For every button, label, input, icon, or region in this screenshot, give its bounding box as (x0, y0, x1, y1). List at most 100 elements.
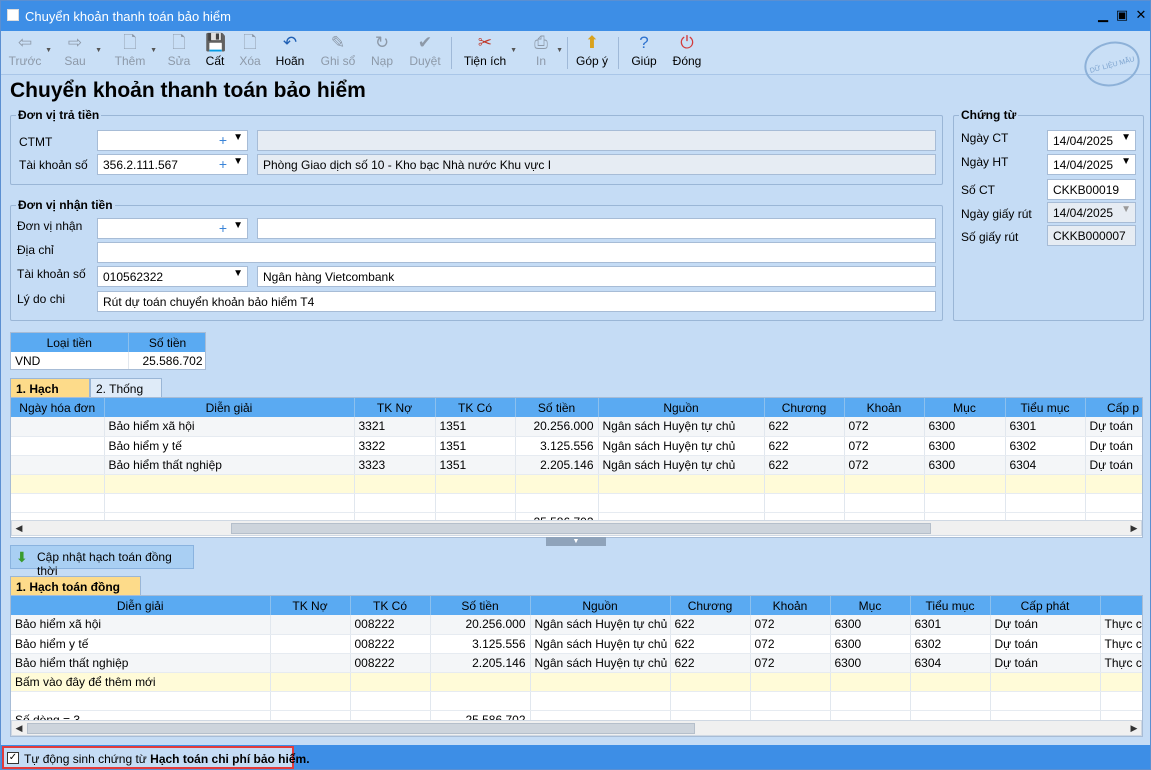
pencil-icon: ✎ (330, 33, 346, 52)
col-allocation[interactable]: Cấp p (1085, 398, 1142, 417)
plus-icon: + (218, 156, 227, 172)
col-extra[interactable] (1100, 596, 1142, 615)
withdraw-number-label: Số giấy rút (961, 230, 1019, 244)
col-description[interactable]: Diễn giải (104, 398, 355, 417)
load-button[interactable]: ↻ Nạp (367, 33, 397, 73)
scroll-left-icon: ◀ (15, 723, 23, 733)
col-debit[interactable]: TK Nợ (270, 596, 351, 615)
app-icon (7, 9, 19, 21)
save-button[interactable]: 💾 Cất (200, 33, 230, 73)
approve-button[interactable]: ✔ Duyệt (406, 33, 444, 73)
col-invoice-date[interactable]: Ngày hóa đơn (11, 398, 105, 417)
col-source[interactable]: Nguồn (598, 398, 765, 417)
empty-row (11, 493, 1142, 513)
col-subsection[interactable]: Tiểu mục (910, 596, 991, 615)
print-button[interactable]: ⎙ In ▼ (528, 33, 563, 73)
col-allocation[interactable]: Cấp phát (990, 596, 1101, 615)
tab-statistics[interactable]: 2. Thống kê (90, 378, 162, 410)
tab-accounting[interactable]: 1. Hạch toán (10, 378, 90, 410)
chevron-down-icon: ▼ (233, 132, 243, 143)
col-description[interactable]: Diễn giải (11, 596, 271, 615)
col-item[interactable]: Khoản (844, 398, 925, 417)
close-window-icon[interactable]: ✕ (1133, 7, 1149, 23)
minimize-icon[interactable]: ▁ (1095, 7, 1111, 23)
table-row[interactable]: Bảo hiểm y tế 008222 3.125.556 Ngân sách Hu… (11, 634, 1142, 654)
table-row[interactable]: Bảo hiểm xã hội 3321 1351 20.256.000 Ngân sá… (11, 417, 1142, 437)
payer-group-title: Đơn vị trả tiền (16, 108, 102, 122)
date-ht-picker[interactable]: 14/04/2025 ▼ (1047, 154, 1136, 175)
withdraw-date-picker: 14/04/2025 ▼ (1047, 202, 1136, 223)
col-amount[interactable]: Số tiền (515, 398, 599, 417)
floppy-disk-icon: 💾 (205, 33, 227, 52)
update-simultaneous-button[interactable]: ⬇ Cập nhật hạch toán đồng thời (10, 545, 194, 578)
col-credit[interactable]: TK Có (435, 398, 516, 417)
scroll-left-icon: ◀ (15, 523, 23, 533)
new-row[interactable] (11, 474, 1142, 494)
date-ct-picker[interactable]: 14/04/2025 ▼ (1047, 130, 1136, 151)
currency-row[interactable]: VND 25.586.702 (11, 352, 205, 369)
col-debit[interactable]: TK Nợ (354, 398, 436, 417)
scroll-thumb[interactable] (231, 523, 931, 534)
help-button[interactable]: ? Giúp (628, 33, 660, 73)
withdraw-date-label: Ngày giấy rút (961, 207, 1032, 221)
chevron-down-icon: ▼ (1121, 156, 1131, 167)
payer-account-label: Tài khoản số (19, 158, 88, 172)
grid1-horizontal-scrollbar[interactable]: ◀ ▶ (11, 520, 1142, 536)
add-new-row[interactable]: Bấm vào đây để thêm mới (11, 672, 1142, 692)
date-ct-label: Ngày CT (961, 131, 1009, 145)
empty-row (11, 691, 1142, 711)
simultaneous-grid: Diễn giải TK Nợ TK Có Số tiền Nguồn Chươ… (10, 595, 1143, 737)
checkbox-checked-icon[interactable]: ✓ (7, 752, 19, 764)
table-row[interactable]: Bảo hiểm xã hội 008222 20.256.000 Ngân sách… (11, 615, 1142, 635)
toolbar: ⇦ Trước ▼ ⇨ Sau ▼ 🗋 Thêm ▼ 🗋 Sửa 💾 Cất 🗋 Xóa ↶ Hoã… (1, 31, 1150, 75)
col-amount[interactable]: Số tiền (430, 596, 531, 615)
printer-icon: ⎙ (534, 33, 548, 52)
table-row[interactable]: Bảo hiểm thất nghiệp 3323 1351 2.205.146 Ngâ… (11, 455, 1142, 475)
payer-account-combo[interactable]: 356.2.111.567 + ▼ (97, 154, 248, 175)
close-button[interactable]: ⏻ Đóng (671, 33, 703, 73)
voucher-number-label: Số CT (961, 183, 996, 197)
receiver-account-combo[interactable]: 010562322 ▼ (97, 266, 248, 287)
address-field[interactable] (97, 242, 936, 263)
receiver-unit-combo[interactable]: + ▼ (97, 218, 248, 239)
col-item[interactable]: Khoản (750, 596, 831, 615)
grid2-horizontal-scrollbar[interactable]: ◀ ▶ (11, 720, 1142, 736)
maximize-icon[interactable]: ▣ (1114, 7, 1130, 23)
ctmt-combo[interactable]: + ▼ (97, 130, 248, 151)
receiver-unit-name[interactable] (257, 218, 936, 239)
accounting-grid: Ngày hóa đơn Diễn giải TK Nợ TK Có Số ti… (10, 397, 1143, 538)
edit-button[interactable]: 🗋 Sửa (164, 33, 194, 73)
delete-button[interactable]: 🗋 Xóa (235, 33, 265, 73)
feedback-button[interactable]: ⬆ Góp ý (574, 33, 610, 73)
bank-name-field[interactable]: Ngân hàng Vietcombank (257, 266, 936, 287)
receiver-account-label: Tài khoản số (17, 267, 86, 281)
tab-simultaneous-accounting[interactable]: 1. Hạch toán đồng thời (10, 576, 141, 608)
reason-label: Lý do chi (17, 292, 66, 306)
table-row[interactable]: Bảo hiểm thất nghiệp 008222 2.205.146 Ngân … (11, 653, 1142, 673)
splitter-handle[interactable]: ▼ (546, 537, 606, 546)
undo-button[interactable]: ↶ Hoãn (273, 33, 307, 73)
post-button[interactable]: ✎ Ghi sổ (319, 33, 357, 73)
col-credit[interactable]: TK Có (350, 596, 431, 615)
col-subsection[interactable]: Tiểu mục (1005, 398, 1086, 417)
col-chapter[interactable]: Chương (670, 596, 751, 615)
voucher-number-field[interactable]: CKKB00019 (1047, 179, 1136, 200)
table-row[interactable]: Bảo hiểm y tế 3322 1351 3.125.556 Ngân sách … (11, 436, 1142, 456)
withdraw-number-field: CKKB000007 (1047, 225, 1136, 246)
utilities-button[interactable]: ✂ Tiện ích ▼ (462, 33, 517, 73)
next-button[interactable]: ⇨ Sau ▼ (57, 33, 102, 73)
auto-generate-checkbox[interactable]: ✓ Tự động sinh chứng từ Hạch toán chi ph… (2, 746, 310, 769)
col-chapter[interactable]: Chương (764, 398, 845, 417)
new-document-icon: 🗋 (123, 33, 137, 52)
col-section[interactable]: Mục (924, 398, 1006, 417)
add-button[interactable]: 🗋 Thêm ▼ (112, 33, 157, 73)
scroll-thumb[interactable] (27, 723, 695, 734)
payer-account-name: Phòng Giao dịch số 10 - Kho bạc Nhà nước… (257, 154, 936, 175)
reason-field[interactable]: Rút dự toán chuyển khoản bảo hiểm T4 (97, 291, 936, 312)
plus-icon: + (218, 220, 227, 236)
col-source[interactable]: Nguồn (530, 596, 671, 615)
back-button[interactable]: ⇦ Trước ▼ (7, 33, 52, 73)
col-section[interactable]: Mục (830, 596, 911, 615)
chevron-down-icon: ▼ (233, 220, 243, 231)
main-window: Chuyển khoản thanh toán bảo hiểm ▁ ▣ ✕ ⇦… (0, 0, 1151, 770)
